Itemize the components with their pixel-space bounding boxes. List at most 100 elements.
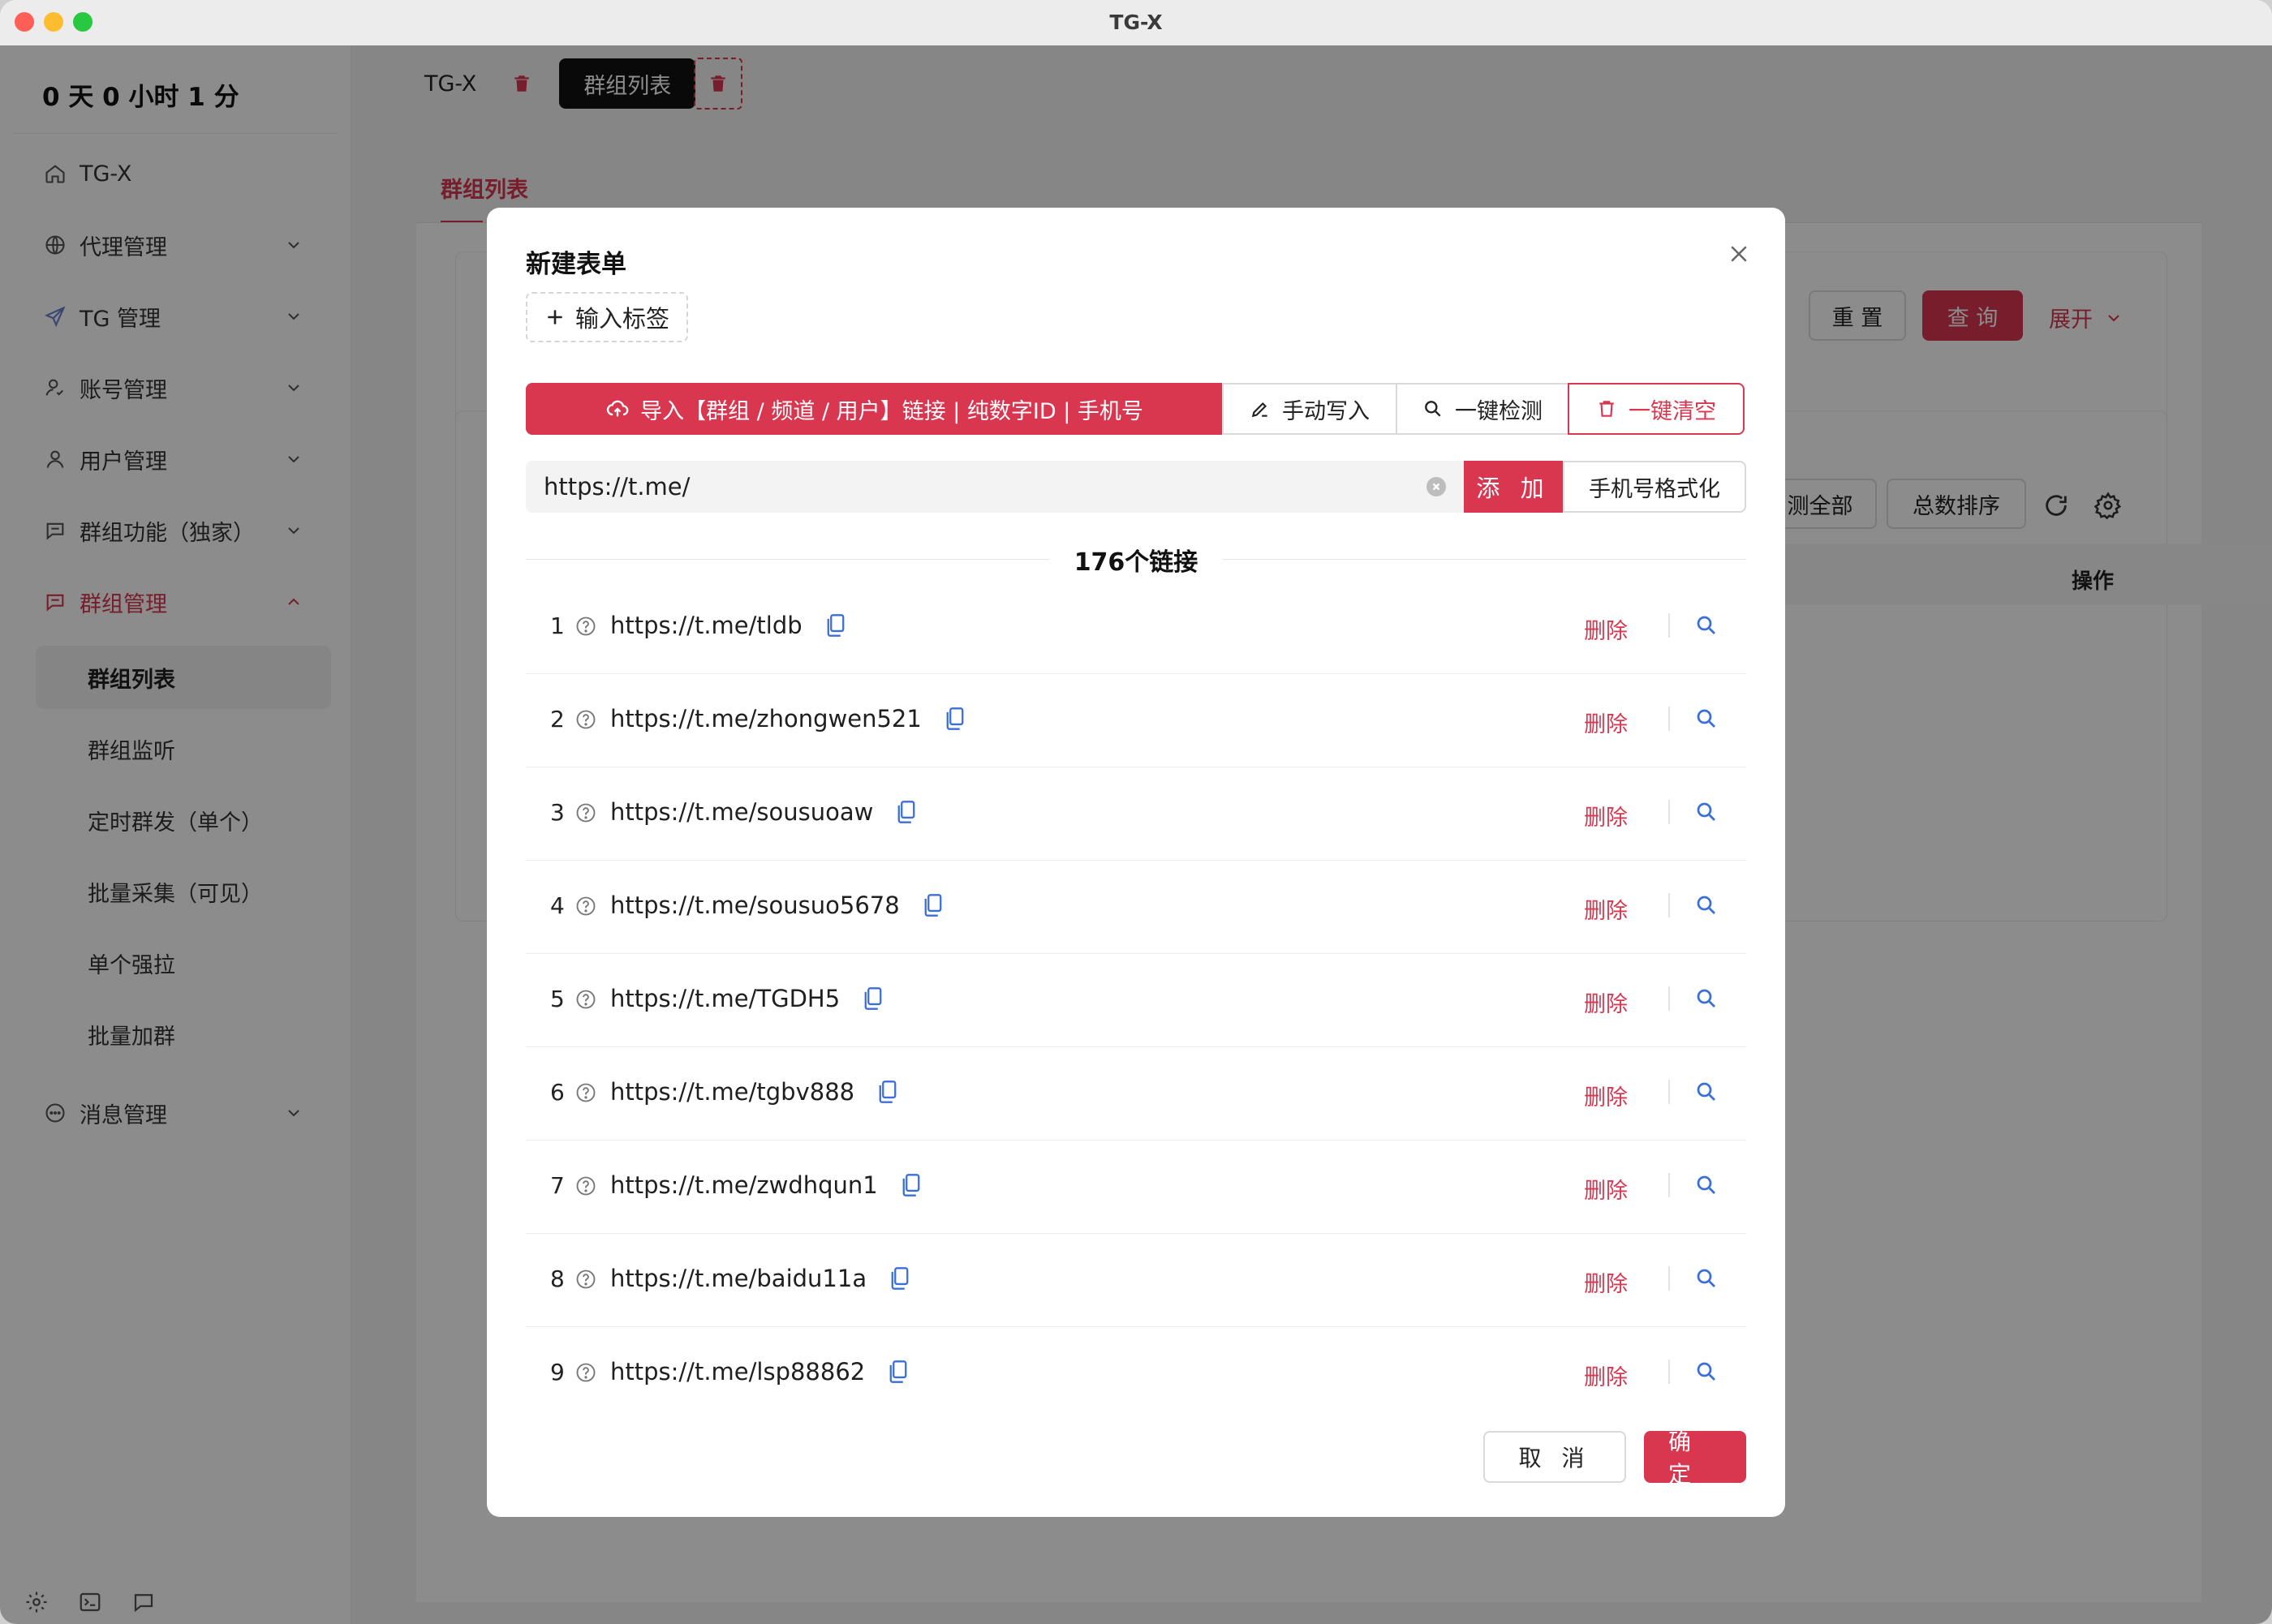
row-url-text: https://t.me/tldb bbox=[610, 612, 803, 639]
search-icon[interactable] bbox=[1694, 800, 1719, 824]
link-row: 2 https://t.me/zhongwen521 删除 bbox=[526, 674, 1746, 767]
action-divider bbox=[1668, 1266, 1670, 1291]
delete-link[interactable]: 删除 bbox=[1584, 800, 1628, 831]
link-count-text: 176个链接 bbox=[1049, 548, 1223, 577]
delete-link[interactable]: 删除 bbox=[1584, 707, 1628, 738]
row-url-text: https://t.me/zwdhqun1 bbox=[610, 1171, 878, 1199]
link-row: 9 https://t.me/lsp88862 删除 bbox=[526, 1327, 1746, 1392]
delete-link[interactable]: 删除 bbox=[1584, 613, 1628, 645]
search-icon[interactable] bbox=[1694, 1360, 1719, 1384]
search-icon[interactable] bbox=[1694, 986, 1719, 1011]
row-number: 2 bbox=[550, 706, 565, 733]
link-row: 5 https://t.me/TGDH5 删除 bbox=[526, 954, 1746, 1047]
app-window: TG-X 0 天 0 小时 1 分 TG-X 代理管理 TG 管理 账号管理 用… bbox=[0, 0, 2272, 1624]
delete-link[interactable]: 删除 bbox=[1584, 1080, 1628, 1111]
copy-icon[interactable] bbox=[896, 800, 917, 824]
action-divider bbox=[1668, 1080, 1670, 1104]
copy-icon[interactable] bbox=[901, 1173, 922, 1197]
search-icon[interactable] bbox=[1694, 893, 1719, 917]
action-divider bbox=[1668, 893, 1670, 917]
delete-link[interactable]: 删除 bbox=[1584, 893, 1628, 925]
link-row: 3 https://t.me/sousuoaw 删除 bbox=[526, 767, 1746, 861]
add-tag-label: 输入标签 bbox=[574, 305, 669, 333]
copy-icon[interactable] bbox=[888, 1360, 909, 1384]
search-icon[interactable] bbox=[1694, 707, 1719, 731]
copy-icon[interactable] bbox=[923, 893, 944, 917]
copy-icon[interactable] bbox=[877, 1080, 898, 1104]
row-url: https://t.me/sousuoaw bbox=[610, 798, 917, 826]
copy-icon[interactable] bbox=[889, 1266, 910, 1291]
row-url: https://t.me/zwdhqun1 bbox=[610, 1171, 922, 1199]
one-click-check-button[interactable]: 一键检测 bbox=[1396, 383, 1569, 435]
dialog-title: 新建表单 bbox=[526, 250, 626, 279]
row-number: 8 bbox=[550, 1265, 565, 1292]
help-icon[interactable] bbox=[574, 988, 597, 1011]
row-url: https://t.me/TGDH5 bbox=[610, 985, 884, 1012]
row-number: 6 bbox=[550, 1079, 565, 1106]
row-number: 9 bbox=[550, 1359, 565, 1386]
row-url: https://t.me/sousuo5678 bbox=[610, 891, 944, 919]
row-url-text: https://t.me/sousuo5678 bbox=[610, 891, 900, 919]
add-tag-button[interactable]: 输入标签 bbox=[526, 292, 688, 342]
row-number: 5 bbox=[550, 986, 565, 1012]
link-row: 8 https://t.me/baidu11a 删除 bbox=[526, 1234, 1746, 1327]
action-divider bbox=[1668, 800, 1670, 824]
row-url: https://t.me/lsp88862 bbox=[610, 1358, 909, 1386]
copy-icon[interactable] bbox=[945, 707, 966, 731]
row-number: 1 bbox=[550, 612, 565, 639]
search-icon bbox=[1425, 401, 1441, 417]
import-links-button[interactable]: 导入【群组 / 频道 / 用户】链接 | 纯数字ID | 手机号 bbox=[526, 383, 1224, 435]
row-url-text: https://t.me/TGDH5 bbox=[610, 985, 841, 1012]
help-icon[interactable] bbox=[574, 1361, 597, 1384]
row-number: 4 bbox=[550, 892, 565, 919]
add-button[interactable]: 添 加 bbox=[1464, 461, 1563, 513]
clear-input-icon[interactable] bbox=[1426, 477, 1446, 496]
copy-icon[interactable] bbox=[863, 986, 884, 1011]
plus-icon bbox=[548, 310, 562, 324]
one-click-clear-button[interactable]: 一键清空 bbox=[1568, 383, 1745, 435]
row-number: 3 bbox=[550, 799, 565, 826]
help-icon[interactable] bbox=[574, 1175, 597, 1197]
help-icon[interactable] bbox=[574, 1268, 597, 1291]
phone-format-button[interactable]: 手机号格式化 bbox=[1563, 461, 1746, 513]
search-icon[interactable] bbox=[1694, 613, 1719, 638]
cancel-button[interactable]: 取 消 bbox=[1483, 1431, 1626, 1483]
url-input[interactable]: https://t.me/ bbox=[526, 461, 1464, 513]
copy-icon[interactable] bbox=[825, 613, 846, 638]
link-list: 1 https://t.me/tldb 删除 2 https://t.me/zhongw… bbox=[526, 581, 1746, 1392]
delete-link[interactable]: 删除 bbox=[1584, 1173, 1628, 1205]
help-icon[interactable] bbox=[574, 1081, 597, 1104]
row-url-text: https://t.me/baidu11a bbox=[610, 1265, 867, 1292]
search-icon[interactable] bbox=[1694, 1080, 1719, 1104]
help-icon[interactable] bbox=[574, 708, 597, 731]
row-url: https://t.me/tldb bbox=[610, 612, 846, 639]
confirm-button[interactable]: 确 定 bbox=[1644, 1429, 1746, 1488]
help-icon[interactable] bbox=[574, 615, 597, 638]
delete-link[interactable]: 删除 bbox=[1584, 986, 1628, 1018]
close-icon[interactable] bbox=[1725, 240, 1753, 268]
signature-icon bbox=[1251, 402, 1267, 418]
manual-write-label: 手动写入 bbox=[1282, 398, 1370, 424]
row-url: https://t.me/baidu11a bbox=[610, 1265, 910, 1292]
action-divider bbox=[1668, 613, 1670, 638]
window-title: TG-X bbox=[1109, 11, 1163, 34]
search-icon[interactable] bbox=[1694, 1266, 1719, 1291]
one-click-check-label: 一键检测 bbox=[1455, 398, 1543, 424]
help-icon[interactable] bbox=[574, 801, 597, 824]
manual-write-button[interactable]: 手动写入 bbox=[1222, 383, 1397, 435]
action-button-group: 导入【群组 / 频道 / 用户】链接 | 纯数字ID | 手机号 手动写入 一键… bbox=[526, 383, 1746, 435]
action-divider bbox=[1668, 1173, 1670, 1197]
new-form-dialog: 新建表单 输入标签 导入【群组 / 频道 / 用户】链接 | 纯数字ID | 手… bbox=[487, 208, 1785, 1517]
delete-link[interactable]: 删除 bbox=[1584, 1360, 1628, 1391]
trash-icon bbox=[1599, 401, 1614, 417]
action-divider bbox=[1668, 986, 1670, 1011]
action-divider bbox=[1668, 707, 1670, 731]
delete-link[interactable]: 删除 bbox=[1584, 1266, 1628, 1298]
help-icon[interactable] bbox=[574, 895, 597, 917]
link-count: 176个链接 bbox=[487, 542, 1785, 578]
row-number: 7 bbox=[550, 1172, 565, 1199]
row-url: https://t.me/tgbv888 bbox=[610, 1078, 898, 1106]
search-icon[interactable] bbox=[1694, 1173, 1719, 1197]
row-url-text: https://t.me/tgbv888 bbox=[610, 1078, 855, 1106]
row-url-text: https://t.me/lsp88862 bbox=[610, 1358, 866, 1386]
